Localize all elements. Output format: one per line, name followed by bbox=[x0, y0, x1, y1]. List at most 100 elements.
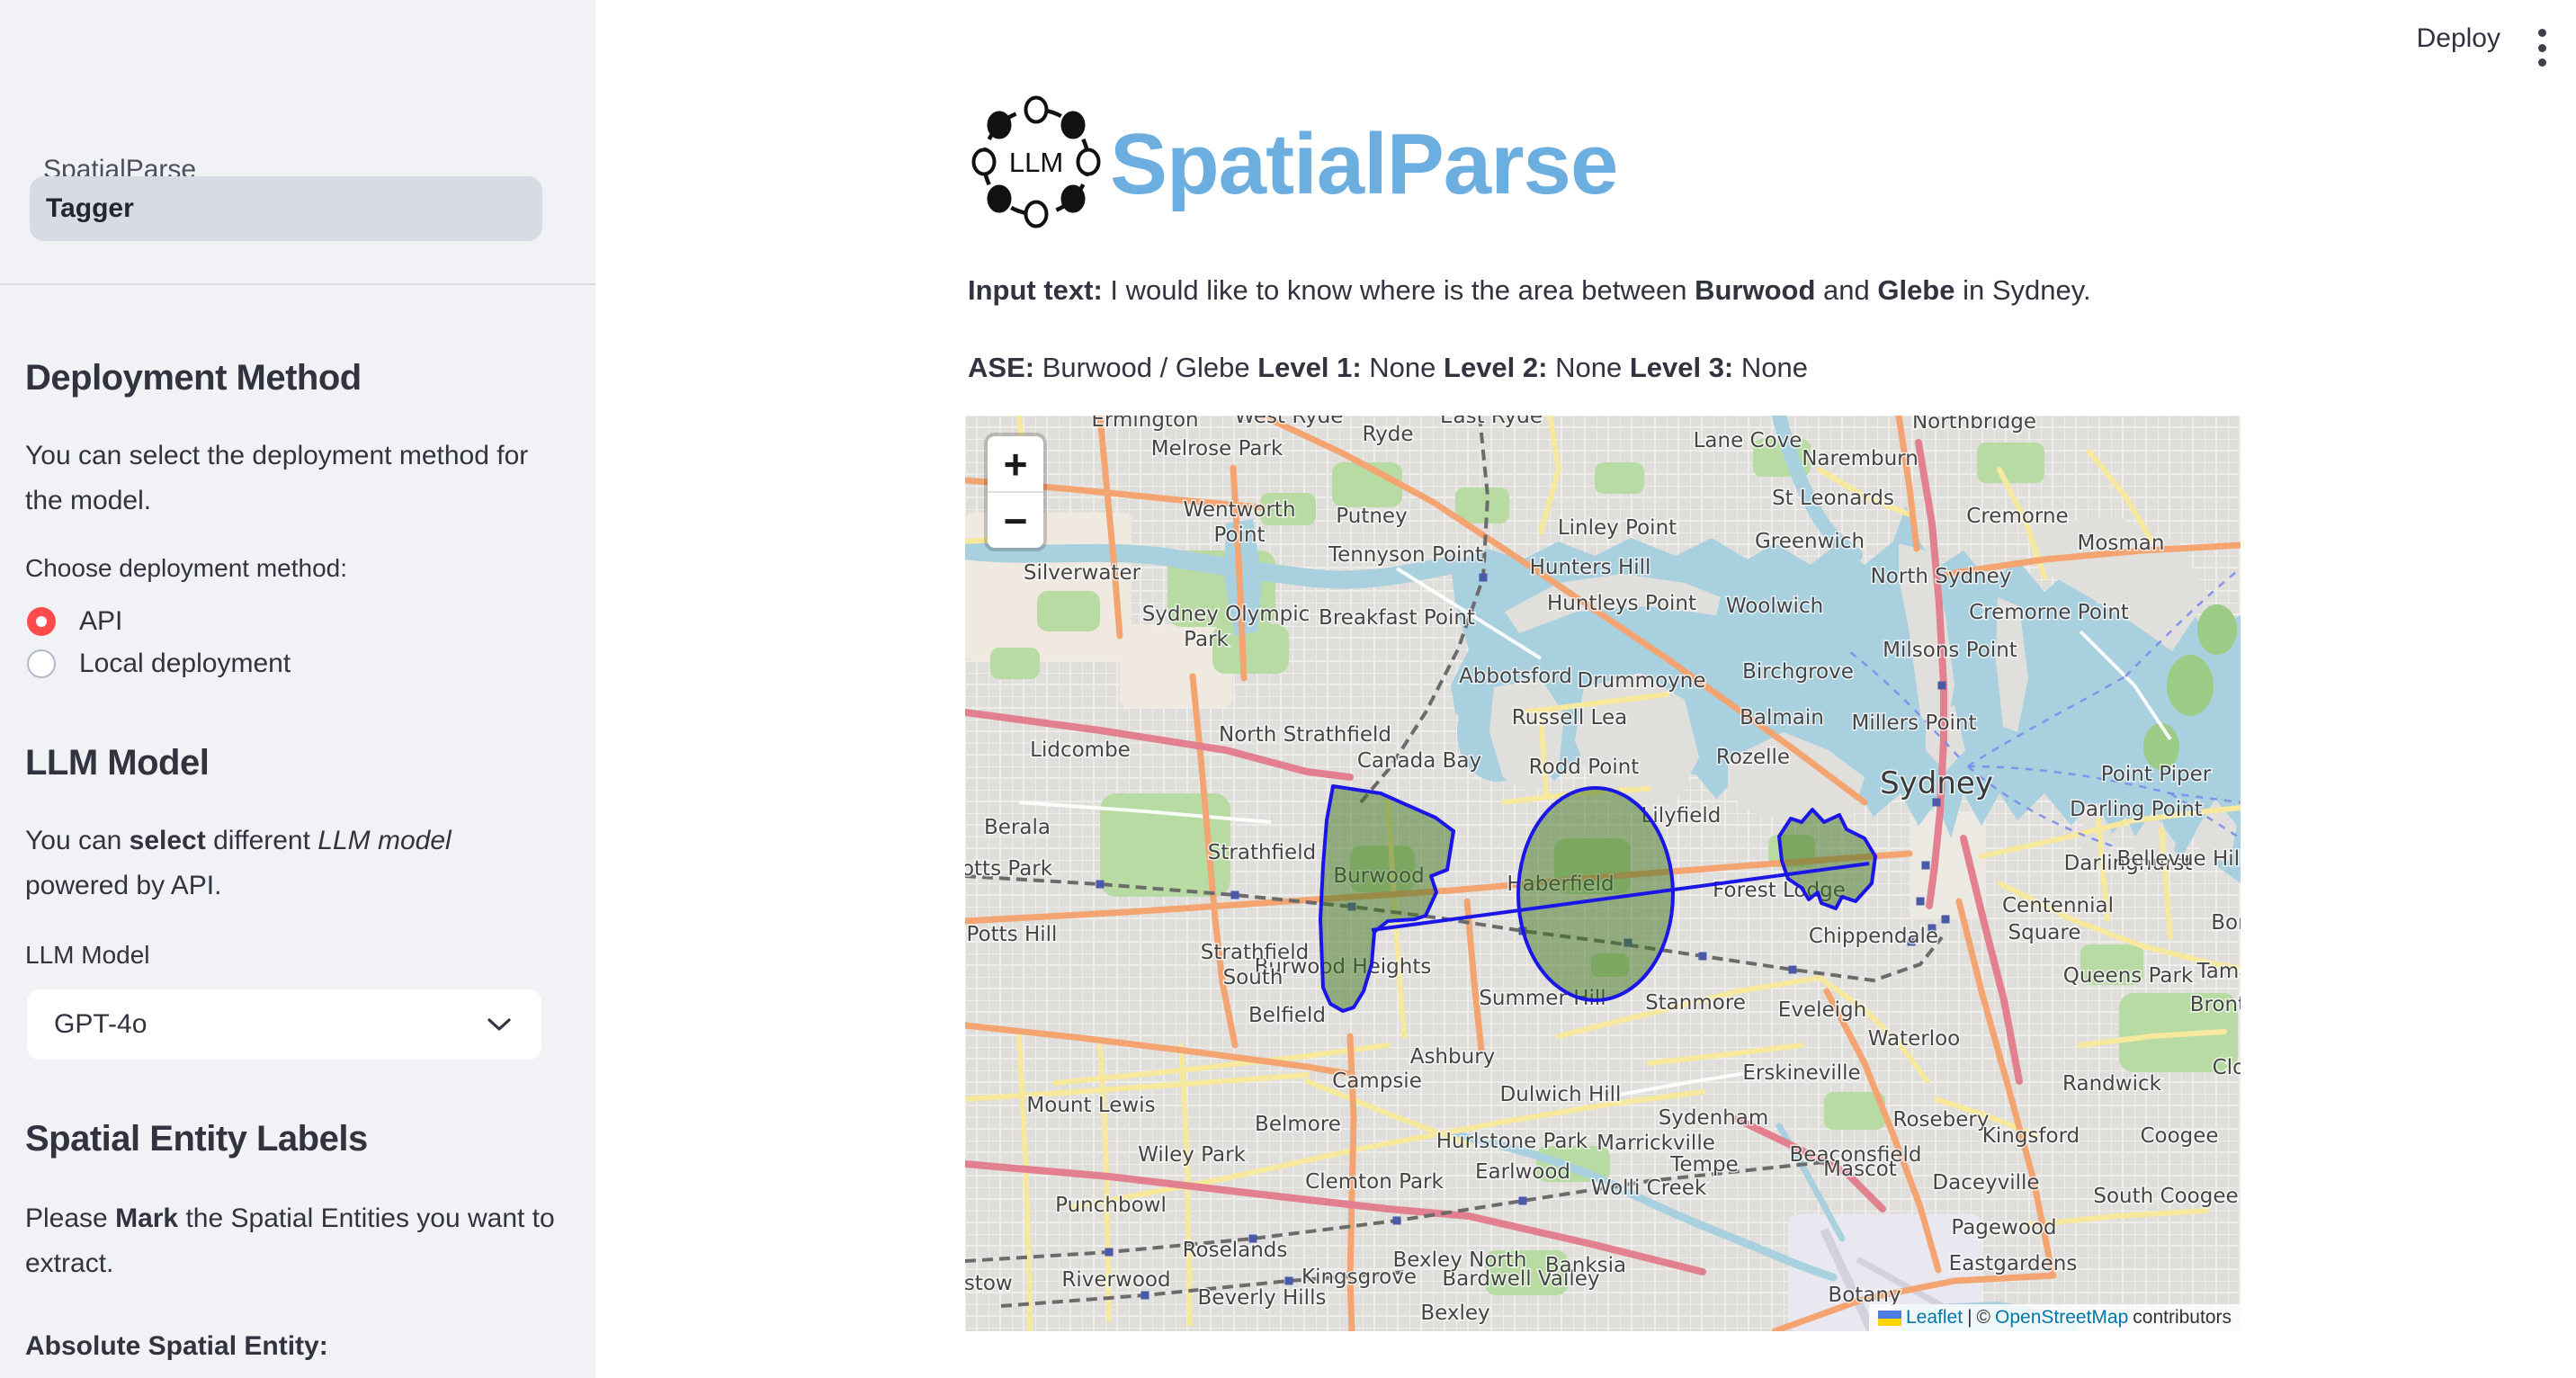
svg-text:Birchgrove: Birchgrove bbox=[1742, 660, 1854, 684]
svg-text:Bronte: Bronte bbox=[2190, 993, 2241, 1016]
svg-text:North Sydney: North Sydney bbox=[1871, 565, 2012, 588]
leaflet-map[interactable]: ErmingtonWest RydeRydeEast RydeMelrose P… bbox=[965, 416, 2241, 1331]
svg-text:Russell Lea: Russell Lea bbox=[1512, 706, 1627, 729]
svg-text:Roselands: Roselands bbox=[1183, 1239, 1288, 1262]
svg-text:Strathfield: Strathfield bbox=[1208, 841, 1316, 864]
svg-text:Erskineville: Erskineville bbox=[1742, 1061, 1860, 1085]
choose-deployment-label: Choose deployment method: bbox=[25, 554, 347, 583]
svg-text:Hurlstone Park: Hurlstone Park bbox=[1436, 1130, 1588, 1153]
radio-local-deployment[interactable]: Local deployment bbox=[27, 646, 291, 682]
kebab-menu-icon[interactable] bbox=[2524, 27, 2560, 68]
ase-result-line: ASE: Burwood / Glebe Level 1: None Level… bbox=[968, 347, 2317, 389]
openstreetmap-link[interactable]: OpenStreetMap bbox=[1995, 1307, 2128, 1329]
zoom-in-button[interactable]: + bbox=[988, 436, 1043, 491]
attribution-suffix: contributors bbox=[2133, 1307, 2232, 1329]
svg-text:Strathfield: Strathfield bbox=[1201, 941, 1309, 964]
svg-text:Beverly Hills: Beverly Hills bbox=[1198, 1286, 1327, 1310]
svg-text:North Strathfield: North Strathfield bbox=[1219, 723, 1391, 747]
spatial-entity-labels-description: Please Mark the Spatial Entities you wan… bbox=[25, 1196, 565, 1286]
svg-text:Wentworth: Wentworth bbox=[1183, 498, 1295, 522]
svg-text:Potts Park: Potts Park bbox=[965, 857, 1053, 881]
svg-text:Tamarama: Tamarama bbox=[2196, 960, 2241, 983]
llm-model-select[interactable]: GPT-4o bbox=[27, 989, 541, 1060]
svg-text:Naremburn: Naremburn bbox=[1802, 447, 1919, 470]
radio-unselected-icon[interactable] bbox=[27, 649, 56, 678]
svg-text:Ryde: Ryde bbox=[1362, 423, 1413, 446]
svg-text:Campsie: Campsie bbox=[1332, 1069, 1422, 1093]
svg-text:Bellevue Hill: Bellevue Hill bbox=[2117, 847, 2241, 871]
svg-text:Park: Park bbox=[1184, 628, 1229, 651]
svg-text:Lidcombe: Lidcombe bbox=[1030, 738, 1131, 762]
svg-text:Point Piper: Point Piper bbox=[2101, 763, 2212, 786]
deployment-method-heading: Deployment Method bbox=[25, 358, 362, 398]
svg-text:Canada Bay: Canada Bay bbox=[1357, 749, 1481, 773]
leaflet-link[interactable]: Leaflet bbox=[1906, 1307, 1963, 1329]
deploy-button[interactable]: Deploy bbox=[2417, 23, 2500, 54]
svg-text:Eveleigh: Eveleigh bbox=[1778, 998, 1866, 1022]
svg-text:Riverwood: Riverwood bbox=[1061, 1268, 1170, 1292]
llm-model-select-label: LLM Model bbox=[25, 941, 150, 970]
svg-text:Breakfast Point: Breakfast Point bbox=[1319, 606, 1475, 630]
zoom-out-button[interactable]: − bbox=[988, 493, 1043, 548]
svg-text:Bexley North: Bexley North bbox=[1393, 1248, 1527, 1272]
svg-text:Mosman: Mosman bbox=[2078, 532, 2165, 555]
radio-selected-icon[interactable] bbox=[27, 607, 56, 636]
sidebar-divider bbox=[0, 283, 595, 285]
svg-text:Marrickville: Marrickville bbox=[1597, 1132, 1715, 1155]
svg-text:Waterloo: Waterloo bbox=[1868, 1027, 1961, 1051]
svg-text:Silverwater: Silverwater bbox=[1024, 561, 1141, 585]
svg-text:Belfield: Belfield bbox=[1248, 1004, 1326, 1027]
chevron-down-icon bbox=[487, 1017, 511, 1032]
radio-api[interactable]: API bbox=[27, 604, 122, 640]
svg-text:Rosebery: Rosebery bbox=[1893, 1108, 1990, 1132]
svg-text:Millers Point: Millers Point bbox=[1851, 711, 1976, 735]
svg-text:Mascot: Mascot bbox=[1823, 1158, 1897, 1181]
llm-logo: LLM bbox=[964, 90, 1108, 234]
svg-text:Dulwich Hill: Dulwich Hill bbox=[1500, 1083, 1622, 1106]
svg-text:Wolli Creek: Wolli Creek bbox=[1591, 1177, 1707, 1200]
svg-text:Melrose Park: Melrose Park bbox=[1151, 437, 1284, 461]
input-text-line: Input text: I would like to know where i… bbox=[968, 270, 2317, 311]
svg-text:Queens Park: Queens Park bbox=[2063, 964, 2194, 988]
svg-text:East Ryde: East Ryde bbox=[1440, 416, 1543, 428]
svg-text:Balmain: Balmain bbox=[1740, 706, 1824, 729]
svg-text:Sydney: Sydney bbox=[1880, 765, 1993, 801]
svg-text:Pagewood: Pagewood bbox=[1951, 1216, 2056, 1239]
sidebar-item-tagger[interactable]: Tagger bbox=[30, 176, 542, 241]
svg-text:Ashbury: Ashbury bbox=[1410, 1045, 1496, 1069]
svg-text:South: South bbox=[1223, 966, 1284, 989]
svg-text:Sydenham: Sydenham bbox=[1659, 1106, 1769, 1130]
llm-model-selected-value: GPT-4o bbox=[54, 1009, 487, 1040]
svg-text:Huntleys Point: Huntleys Point bbox=[1547, 592, 1696, 615]
sidebar: SpatialParse Tagger Deployment Method Yo… bbox=[0, 0, 595, 1378]
svg-text:Punchbowl: Punchbowl bbox=[1055, 1194, 1167, 1217]
svg-text:Rodd Point: Rodd Point bbox=[1529, 756, 1640, 779]
logo-text: LLM bbox=[1009, 147, 1063, 178]
svg-text:Potts Hill: Potts Hill bbox=[967, 923, 1058, 946]
page-title: SpatialParse bbox=[1110, 115, 1617, 214]
svg-text:Cremorne: Cremorne bbox=[1966, 505, 2068, 528]
svg-text:Centennial: Centennial bbox=[2002, 894, 2114, 917]
spatial-entity-labels-heading: Spatial Entity Labels bbox=[25, 1119, 368, 1159]
svg-text:Drummoyne: Drummoyne bbox=[1578, 669, 1706, 693]
svg-text:Abbotsford: Abbotsford bbox=[1459, 665, 1572, 688]
svg-text:Eastgardens: Eastgardens bbox=[1949, 1252, 2078, 1275]
svg-text:Square: Square bbox=[2008, 921, 2081, 944]
svg-text:Earlwood: Earlwood bbox=[1475, 1160, 1570, 1184]
svg-text:Kingsford: Kingsford bbox=[1982, 1124, 2080, 1148]
attribution-separator: | bbox=[1967, 1307, 1972, 1329]
svg-text:Randwick: Randwick bbox=[2062, 1072, 2162, 1096]
svg-text:West Ryde: West Ryde bbox=[1235, 416, 1344, 428]
ukraine-flag-icon bbox=[1878, 1311, 1901, 1326]
svg-text:Darling Point: Darling Point bbox=[2070, 798, 2203, 821]
svg-text:Putney: Putney bbox=[1336, 505, 1407, 528]
deployment-method-description: You can select the deployment method for… bbox=[25, 434, 565, 523]
svg-text:Daceyville: Daceyville bbox=[1932, 1171, 2039, 1195]
svg-text:Rozelle: Rozelle bbox=[1716, 746, 1790, 769]
llm-model-heading: LLM Model bbox=[25, 743, 209, 783]
svg-text:Sydney Olympic: Sydney Olympic bbox=[1142, 603, 1310, 626]
copyright-symbol: © bbox=[1977, 1307, 1990, 1329]
svg-text:Bexley: Bexley bbox=[1420, 1302, 1489, 1325]
svg-text:Padstow: Padstow bbox=[965, 1272, 1013, 1295]
svg-text:Belmore: Belmore bbox=[1255, 1113, 1341, 1136]
